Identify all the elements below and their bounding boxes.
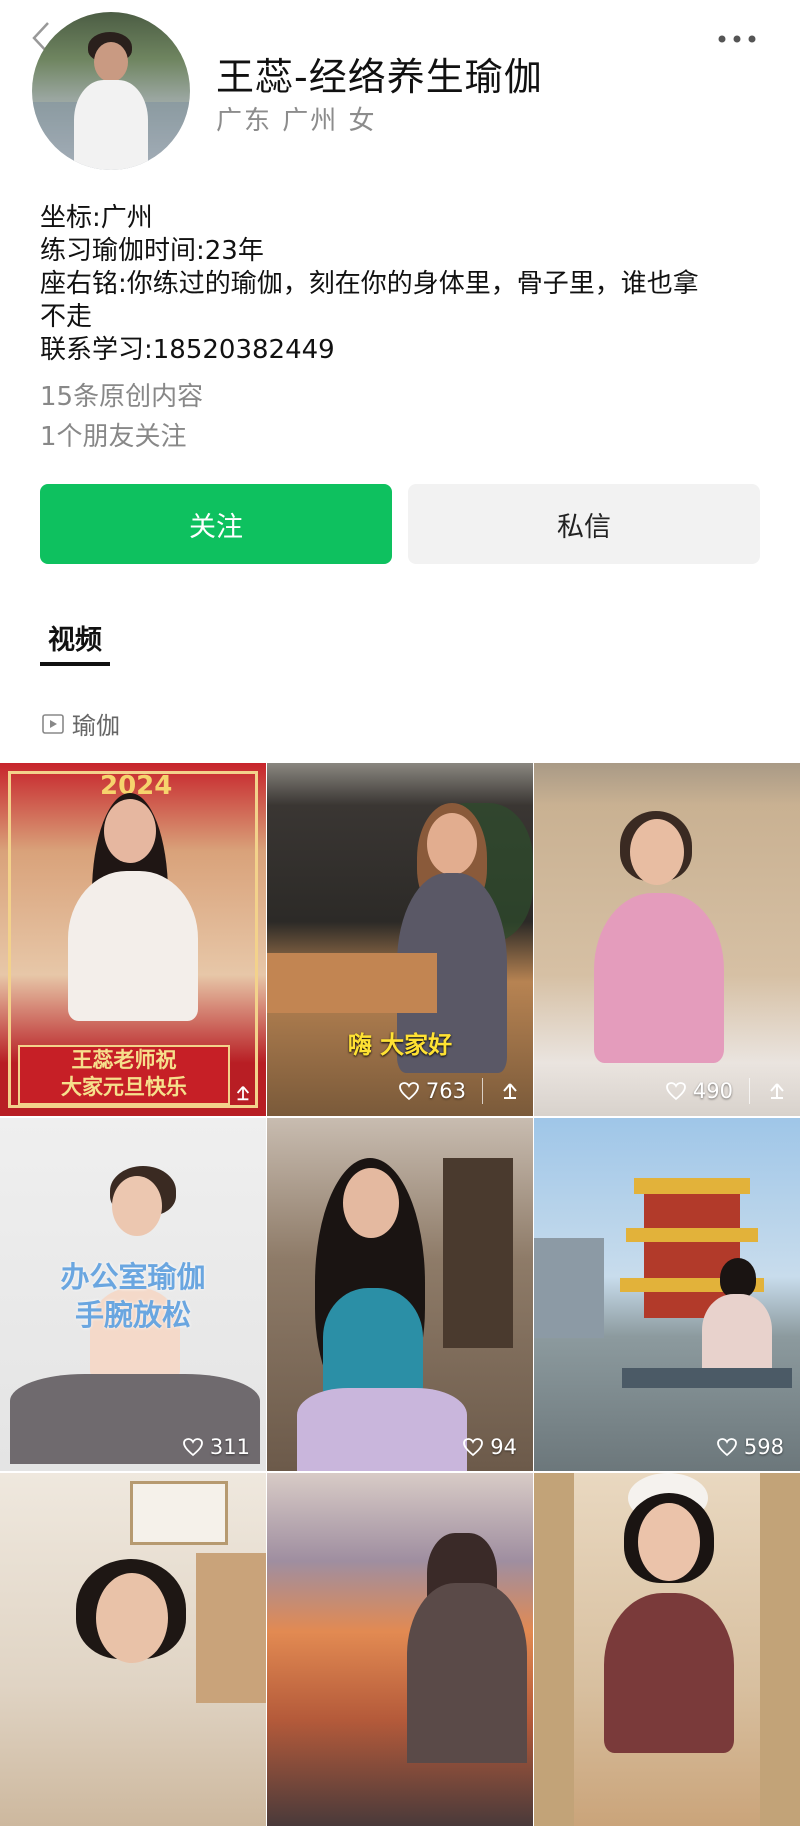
video-tile[interactable]: 嗨 大家好 763 xyxy=(267,763,533,1116)
original-content-count[interactable]: 15条原创内容 xyxy=(40,376,203,413)
heart-icon xyxy=(463,1438,484,1457)
follow-button[interactable]: 关注 xyxy=(40,484,392,564)
bio-line: 坐标:广州 xyxy=(40,203,153,233)
likes-count: 311 xyxy=(182,1435,250,1459)
avatar[interactable] xyxy=(32,12,190,170)
video-tile[interactable]: 598 xyxy=(534,1118,800,1471)
bio-line: 联系学习:18520382449 xyxy=(40,335,335,365)
bio-line: 练习瑜伽时间:23年 xyxy=(40,236,264,266)
heart-icon xyxy=(183,1438,203,1457)
likes-count: 490 xyxy=(665,1078,788,1104)
video-tile[interactable] xyxy=(0,1473,266,1826)
message-button[interactable]: 私信 xyxy=(408,484,760,564)
video-tile[interactable] xyxy=(267,1473,533,1826)
video-tile[interactable]: 办公室瑜伽 手腕放松 311 xyxy=(0,1118,266,1471)
profile-name: 王蕊-经络养生瑜伽 xyxy=(216,55,543,99)
more-dots-icon xyxy=(718,35,756,43)
tab-videos[interactable]: 视频 xyxy=(40,618,110,657)
share-icon[interactable] xyxy=(766,1081,788,1101)
share-button[interactable] xyxy=(230,1080,256,1106)
tab-active-indicator xyxy=(40,662,110,666)
video-tile[interactable]: 2024 王蕊老师祝 大家元旦快乐 xyxy=(0,763,266,1116)
more-options-button[interactable] xyxy=(712,24,762,54)
heart-icon xyxy=(399,1082,419,1101)
video-tile[interactable]: 490 xyxy=(534,763,800,1116)
profile-location-gender: 广东 广州 女 xyxy=(216,106,377,136)
likes-count: 598 xyxy=(716,1435,784,1459)
collection-yoga[interactable]: 瑜伽 xyxy=(40,706,120,741)
friends-following-count[interactable]: 1个朋友关注 xyxy=(40,416,187,453)
collection-label: 瑜伽 xyxy=(72,712,120,740)
video-caption: 嗨 大家好 xyxy=(347,1031,453,1059)
video-collection-icon xyxy=(42,713,64,734)
video-tile[interactable] xyxy=(534,1473,800,1826)
profile-bio: 坐标:广州 练习瑜伽时间:23年 座右铭:你练过的瑜伽，刻在你的身体里，骨子里，… xyxy=(40,202,760,367)
likes-count: 763 xyxy=(398,1078,521,1104)
share-icon[interactable] xyxy=(499,1081,521,1101)
video-grid: 2024 王蕊老师祝 大家元旦快乐 嗨 大家好 763 490 办公室瑜伽 手腕… xyxy=(0,763,800,1826)
bio-line: 座右铭:你练过的瑜伽，刻在你的身体里，骨子里，谁也拿 不走 xyxy=(40,269,699,332)
share-icon xyxy=(236,1086,250,1101)
video-tile[interactable]: 94 xyxy=(267,1118,533,1471)
video-overlay-title: 办公室瑜伽 手腕放松 xyxy=(60,1260,206,1332)
heart-icon xyxy=(666,1082,686,1101)
likes-count: 94 xyxy=(462,1435,517,1459)
video-caption: 王蕊老师祝 大家元旦快乐 xyxy=(61,1048,187,1099)
heart-icon xyxy=(717,1438,737,1457)
